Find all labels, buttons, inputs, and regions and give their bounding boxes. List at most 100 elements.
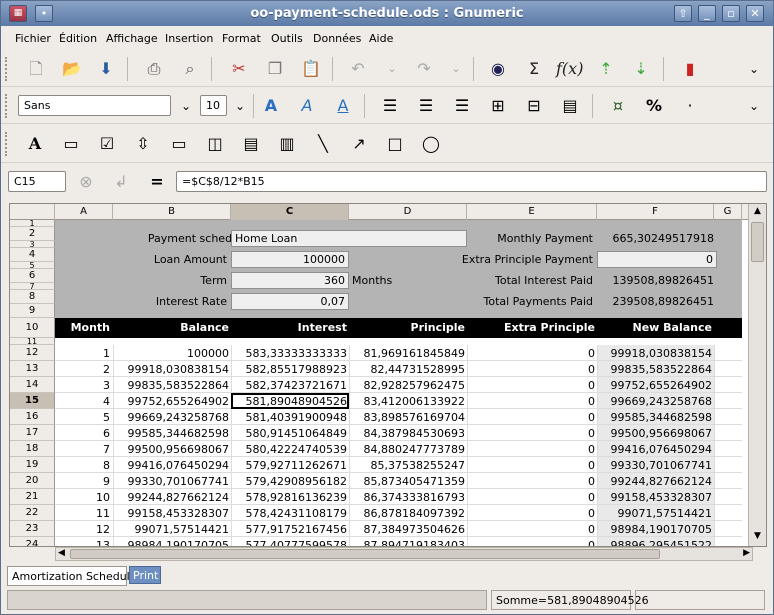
- month-cell[interactable]: 10: [55, 491, 110, 504]
- principle-cell[interactable]: 83,898576169704: [349, 411, 465, 424]
- edit-formula-icon[interactable]: =: [144, 169, 170, 195]
- menu-affichage[interactable]: Affichage: [106, 32, 158, 45]
- schedule-name-input[interactable]: Home Loan: [231, 230, 467, 247]
- font-size-field[interactable]: 10: [200, 95, 227, 116]
- interest-cell[interactable]: 583,33333333333: [231, 347, 347, 360]
- row-header[interactable]: 22: [10, 505, 55, 521]
- menu-insertion[interactable]: Insertion: [165, 32, 213, 45]
- month-cell[interactable]: 1: [55, 347, 110, 360]
- balance-cell[interactable]: 99500,956698067: [113, 443, 229, 456]
- interest-cell[interactable]: 579,92711262671: [231, 459, 347, 472]
- underline-icon[interactable]: A: [330, 93, 356, 119]
- extra-principle-cell[interactable]: 0: [467, 523, 595, 536]
- interest-cell[interactable]: 577,40777599578: [231, 539, 347, 546]
- scroll-up-icon[interactable]: ▲: [751, 206, 764, 220]
- toolbar-grip[interactable]: [5, 57, 9, 81]
- balance-cell[interactable]: 99416,076450294: [113, 459, 229, 472]
- arrow-tool-icon[interactable]: ↗: [346, 131, 372, 157]
- row-header[interactable]: 13: [10, 361, 55, 377]
- frame-tool-icon[interactable]: ▭: [58, 131, 84, 157]
- principle-cell[interactable]: 87,384973504626: [349, 523, 465, 536]
- align-right-icon[interactable]: ☰: [449, 93, 475, 119]
- active-cell-cursor[interactable]: [231, 393, 349, 409]
- new-balance-cell[interactable]: 99669,243258768: [597, 395, 712, 408]
- extra-payment-input[interactable]: 0: [597, 251, 717, 268]
- sort-descending-icon[interactable]: ⇣: [628, 56, 654, 82]
- balance-cell[interactable]: 99244,827662124: [113, 491, 229, 504]
- month-cell[interactable]: 9: [55, 475, 110, 488]
- new-balance-cell[interactable]: 99835,583522864: [597, 363, 712, 376]
- cancel-icon[interactable]: ⊗: [73, 169, 99, 195]
- row-header[interactable]: 7: [10, 283, 55, 290]
- merge-cells-icon[interactable]: ⊞: [485, 93, 511, 119]
- month-cell[interactable]: 5: [55, 411, 110, 424]
- principle-cell[interactable]: 84,387984530693: [349, 427, 465, 440]
- balance-cell[interactable]: 99918,030838154: [113, 363, 229, 376]
- font-name-dropdown-icon[interactable]: ⌄: [173, 93, 199, 119]
- extra-principle-cell[interactable]: 0: [467, 395, 595, 408]
- minimize-icon[interactable]: _: [698, 5, 716, 22]
- principle-cell[interactable]: 81,969161845849: [349, 347, 465, 360]
- month-cell[interactable]: 2: [55, 363, 110, 376]
- function-icon[interactable]: f(x): [556, 56, 583, 82]
- column-header-a[interactable]: A: [55, 204, 113, 220]
- sheet-tab-print[interactable]: Print: [129, 566, 161, 584]
- extra-principle-cell[interactable]: 0: [467, 459, 595, 472]
- month-cell[interactable]: 6: [55, 427, 110, 440]
- menu-aide[interactable]: Aide: [369, 32, 393, 45]
- month-cell[interactable]: 11: [55, 507, 110, 520]
- balance-cell[interactable]: 99752,655264902: [113, 395, 229, 408]
- extra-principle-cell[interactable]: 0: [467, 475, 595, 488]
- cell-area[interactable]: Payment schedule for: Home Loan Loan Amo…: [55, 220, 742, 546]
- menu-outils[interactable]: Outils: [271, 32, 303, 45]
- balance-cell[interactable]: 99585,344682598: [113, 427, 229, 440]
- principle-cell[interactable]: 82,928257962475: [349, 379, 465, 392]
- row-header[interactable]: 12: [10, 345, 55, 361]
- vertical-scrollbar[interactable]: ▲ ▼: [748, 204, 766, 546]
- new-balance-cell[interactable]: 99244,827662124: [597, 475, 712, 488]
- month-cell[interactable]: 13: [55, 539, 110, 546]
- term-input[interactable]: 360: [231, 272, 349, 289]
- balance-cell[interactable]: 99669,243258768: [113, 411, 229, 424]
- column-header-d[interactable]: D: [349, 204, 467, 220]
- horizontal-scroll-thumb[interactable]: [70, 549, 660, 559]
- formula-input[interactable]: =$C$8/12*B15: [176, 171, 767, 192]
- extra-principle-cell[interactable]: 0: [467, 507, 595, 520]
- split-cells-icon[interactable]: ⊟: [521, 93, 547, 119]
- shade-icon[interactable]: ⇧: [674, 5, 692, 22]
- extra-principle-cell[interactable]: 0: [467, 491, 595, 504]
- hyperlink-icon[interactable]: ◉: [485, 56, 511, 82]
- principle-cell[interactable]: 82,44731528995: [349, 363, 465, 376]
- row-header[interactable]: 4: [10, 248, 55, 262]
- principle-cell[interactable]: 84,880247773789: [349, 443, 465, 456]
- italic-icon[interactable]: A: [294, 93, 320, 119]
- close-icon[interactable]: ✕: [746, 5, 764, 22]
- align-center-icon[interactable]: ☰: [413, 93, 439, 119]
- interest-cell[interactable]: 580,91451064849: [231, 427, 347, 440]
- currency-icon[interactable]: ¤: [605, 93, 631, 119]
- month-cell[interactable]: 12: [55, 523, 110, 536]
- align-left-icon[interactable]: ☰: [377, 93, 403, 119]
- redo-icon[interactable]: ↷: [411, 56, 437, 82]
- spinbutton-tool-icon[interactable]: ▭: [166, 131, 192, 157]
- principle-cell[interactable]: 85,873405471359: [349, 475, 465, 488]
- spreadsheet-grid[interactable]: A B C D E F G 1 2 3 4 5 6 7 8 9 10 11 12…: [9, 203, 767, 547]
- sort-ascending-icon[interactable]: ⇡: [593, 56, 619, 82]
- scroll-left-icon[interactable]: ◀: [58, 548, 65, 558]
- interest-cell[interactable]: 578,42431108179: [231, 507, 347, 520]
- percent-icon[interactable]: %: [641, 93, 667, 119]
- sum-icon[interactable]: Σ: [521, 56, 547, 82]
- list-tool-icon[interactable]: ▤: [238, 131, 264, 157]
- principle-cell[interactable]: 87,894719183403: [349, 539, 465, 546]
- row-header[interactable]: 24: [10, 537, 55, 546]
- toolbar-grip[interactable]: [5, 94, 9, 118]
- interest-cell[interactable]: 581,40391900948: [231, 411, 347, 424]
- checkbox-tool-icon[interactable]: ☑: [94, 131, 120, 157]
- interest-rate-input[interactable]: 0,07: [231, 293, 349, 310]
- row-header[interactable]: 18: [10, 441, 55, 457]
- column-header-b[interactable]: B: [113, 204, 231, 220]
- new-balance-cell[interactable]: 99416,076450294: [597, 443, 712, 456]
- row-header[interactable]: 15: [10, 393, 55, 409]
- principle-cell[interactable]: 86,878184097392: [349, 507, 465, 520]
- interest-cell[interactable]: 580,42224740539: [231, 443, 347, 456]
